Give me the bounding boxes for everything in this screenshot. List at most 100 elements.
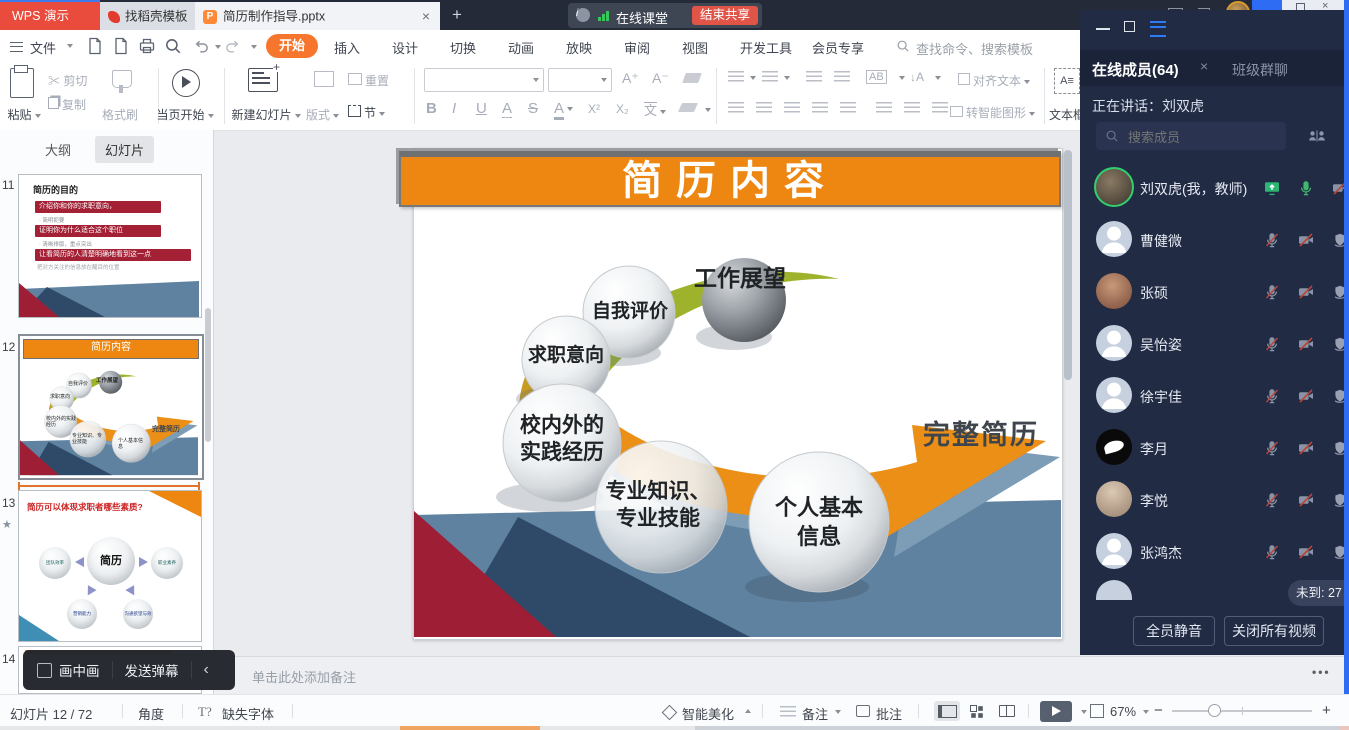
mute-all-button[interactable]: 全员静音 <box>1133 616 1215 646</box>
camera-off-icon[interactable] <box>1298 544 1314 560</box>
panel-menu-icon[interactable] <box>1150 21 1166 37</box>
member-row-teacher[interactable]: 刘双虎(我，教师) <box>1080 162 1344 214</box>
mic-muted-icon[interactable] <box>1264 336 1280 352</box>
mic-muted-icon[interactable] <box>1264 284 1280 300</box>
find-replace-icon[interactable] <box>164 37 182 55</box>
command-search-input[interactable]: 查找命令、搜索模板 <box>916 39 1033 58</box>
screen-share-icon[interactable] <box>1264 180 1280 196</box>
close-members-tab-icon[interactable]: × <box>1200 58 1208 74</box>
tab-review[interactable]: 审阅 <box>624 38 650 57</box>
mic-muted-icon[interactable] <box>1264 544 1280 560</box>
export-icon[interactable] <box>112 37 130 55</box>
angle-indicator[interactable]: 角度 <box>138 704 164 723</box>
tab-slideshow[interactable]: 放映 <box>566 38 592 57</box>
tab-wps-app[interactable]: WPS 演示 <box>0 2 100 30</box>
close-all-videos-button[interactable]: 关闭所有视频 <box>1224 616 1324 646</box>
slide-13-thumbnail[interactable]: 简历可以体现求职者哪些素质? 简历 团队效率 职业素养 营销能力 沟通欲望与效率 <box>18 490 202 642</box>
tab-design[interactable]: 设计 <box>392 38 418 57</box>
mic-on-icon[interactable] <box>1298 180 1314 196</box>
comment-button[interactable]: 批注 <box>876 704 902 723</box>
pip-checkbox[interactable] <box>37 663 52 678</box>
zoom-in-button[interactable]: + <box>1322 702 1331 719</box>
reward-badge-icon[interactable] <box>1332 232 1344 248</box>
slide-12-thumbnail-selected[interactable]: 简历内容 自我评价 工作展望 求职意向 校内外的实践经历 专业知识、专业技能 个… <box>18 334 204 480</box>
font-name-combo[interactable] <box>424 68 544 92</box>
tab-online-members[interactable]: 在线成员(64) <box>1092 59 1179 80</box>
missing-font-label[interactable]: 缺失字体 <box>222 704 274 723</box>
new-slide-label[interactable]: 新建幻灯片 <box>228 106 304 123</box>
slide-label-practice[interactable]: 校内外的实践经历 <box>502 412 622 467</box>
slide-label-basic-info[interactable]: 个人基本信息 <box>750 494 888 551</box>
zoom-chevron-icon[interactable] <box>1143 710 1149 714</box>
play-from-page-icon[interactable] <box>172 69 200 97</box>
reward-badge-icon[interactable] <box>1332 284 1344 300</box>
pip-label[interactable]: 画中画 <box>59 660 100 680</box>
zoom-percent[interactable]: 67% <box>1110 704 1136 719</box>
view-normal-button[interactable] <box>934 701 960 721</box>
send-danmaku-button[interactable]: 发送弹幕 <box>125 660 179 680</box>
undo-icon[interactable] <box>194 38 210 54</box>
view-sorter-button[interactable] <box>964 701 990 721</box>
redo-icon[interactable] <box>224 38 240 54</box>
info-icon[interactable]: i <box>576 8 590 22</box>
notes-placeholder[interactable]: 单击此处添加备注 <box>252 667 356 686</box>
reward-badge-icon[interactable] <box>1332 492 1344 508</box>
textbox-icon[interactable]: A≡ <box>1054 68 1080 94</box>
close-tab-icon[interactable]: × <box>422 2 430 30</box>
tab-slides[interactable]: 幻灯片 <box>95 136 154 163</box>
slide-title-banner[interactable]: 简历内容 <box>399 151 1061 207</box>
camera-off-icon[interactable] <box>1332 180 1344 196</box>
member-row[interactable]: 张鸿杰 <box>1080 526 1344 578</box>
editor-scrollbar[interactable] <box>1064 150 1072 380</box>
slide-label-self-eval[interactable]: 自我评价 <box>584 300 676 325</box>
fit-window-icon[interactable] <box>1090 704 1104 718</box>
collapse-bar-icon[interactable]: ‹ <box>204 663 209 677</box>
undo-chevron-icon[interactable] <box>215 45 221 49</box>
smart-beautify-button[interactable]: 智能美化 <box>682 704 734 723</box>
member-row[interactable]: 李悦 <box>1080 474 1344 526</box>
reward-badge-icon[interactable] <box>1332 440 1344 456</box>
reward-badge-icon[interactable] <box>1332 388 1344 404</box>
camera-off-icon[interactable] <box>1298 388 1314 404</box>
reward-badge-icon[interactable] <box>1332 336 1344 352</box>
reward-badge-icon[interactable] <box>1332 544 1344 560</box>
member-search-input[interactable] <box>1126 126 1280 148</box>
camera-off-icon[interactable] <box>1298 336 1314 352</box>
paste-icon[interactable] <box>10 68 34 98</box>
toolbar-more-chevron-icon[interactable] <box>251 45 257 49</box>
camera-off-icon[interactable] <box>1298 440 1314 456</box>
slide-label-work-outlook[interactable]: 工作展望 <box>684 264 796 294</box>
tab-class-chat[interactable]: 班级群聊 <box>1232 60 1288 80</box>
slide-label-knowledge[interactable]: 专业知识、专业技能 <box>590 478 726 533</box>
notes-more-icon[interactable]: ••• <box>1312 665 1331 679</box>
view-reading-button[interactable] <box>994 701 1020 721</box>
tab-outline[interactable]: 大纲 <box>45 140 71 159</box>
camera-off-icon[interactable] <box>1298 492 1314 508</box>
tab-animation[interactable]: 动画 <box>508 38 534 57</box>
mic-muted-icon[interactable] <box>1264 388 1280 404</box>
slide-label-complete-resume[interactable]: 完整简历 <box>916 418 1046 453</box>
section-button[interactable]: 节 <box>348 104 385 121</box>
tab-docer-templates[interactable]: 找稻壳模板 <box>100 2 195 30</box>
zoom-slider-knob[interactable] <box>1208 704 1221 717</box>
tab-member-exclusive[interactable]: 会员专享 <box>812 38 864 57</box>
member-row[interactable]: 李月 <box>1080 422 1344 474</box>
file-menu[interactable]: 文件 <box>30 38 56 57</box>
mic-muted-icon[interactable] <box>1264 440 1280 456</box>
member-row[interactable]: 张硕 <box>1080 266 1344 318</box>
slide-label-job-intent[interactable]: 求职意向 <box>520 344 612 369</box>
tab-insert[interactable]: 插入 <box>334 38 360 57</box>
member-row[interactable]: 徐宇佳 <box>1080 370 1344 422</box>
member-filter-icon[interactable] <box>1308 128 1326 144</box>
camera-off-icon[interactable] <box>1298 232 1314 248</box>
play-from-page-label[interactable]: 当页开始 <box>150 106 220 123</box>
member-row[interactable]: 曹健微 <box>1080 214 1344 266</box>
panel-minimize-icon[interactable] <box>1096 28 1110 30</box>
thumbnail-scrollbar[interactable] <box>205 308 211 442</box>
mic-muted-icon[interactable] <box>1264 492 1280 508</box>
member-search-box[interactable] <box>1096 122 1286 150</box>
save-icon[interactable] <box>86 37 104 55</box>
play-slideshow-button[interactable] <box>1040 701 1072 722</box>
panel-maximize-icon[interactable] <box>1124 21 1135 32</box>
font-size-combo[interactable] <box>548 68 612 92</box>
